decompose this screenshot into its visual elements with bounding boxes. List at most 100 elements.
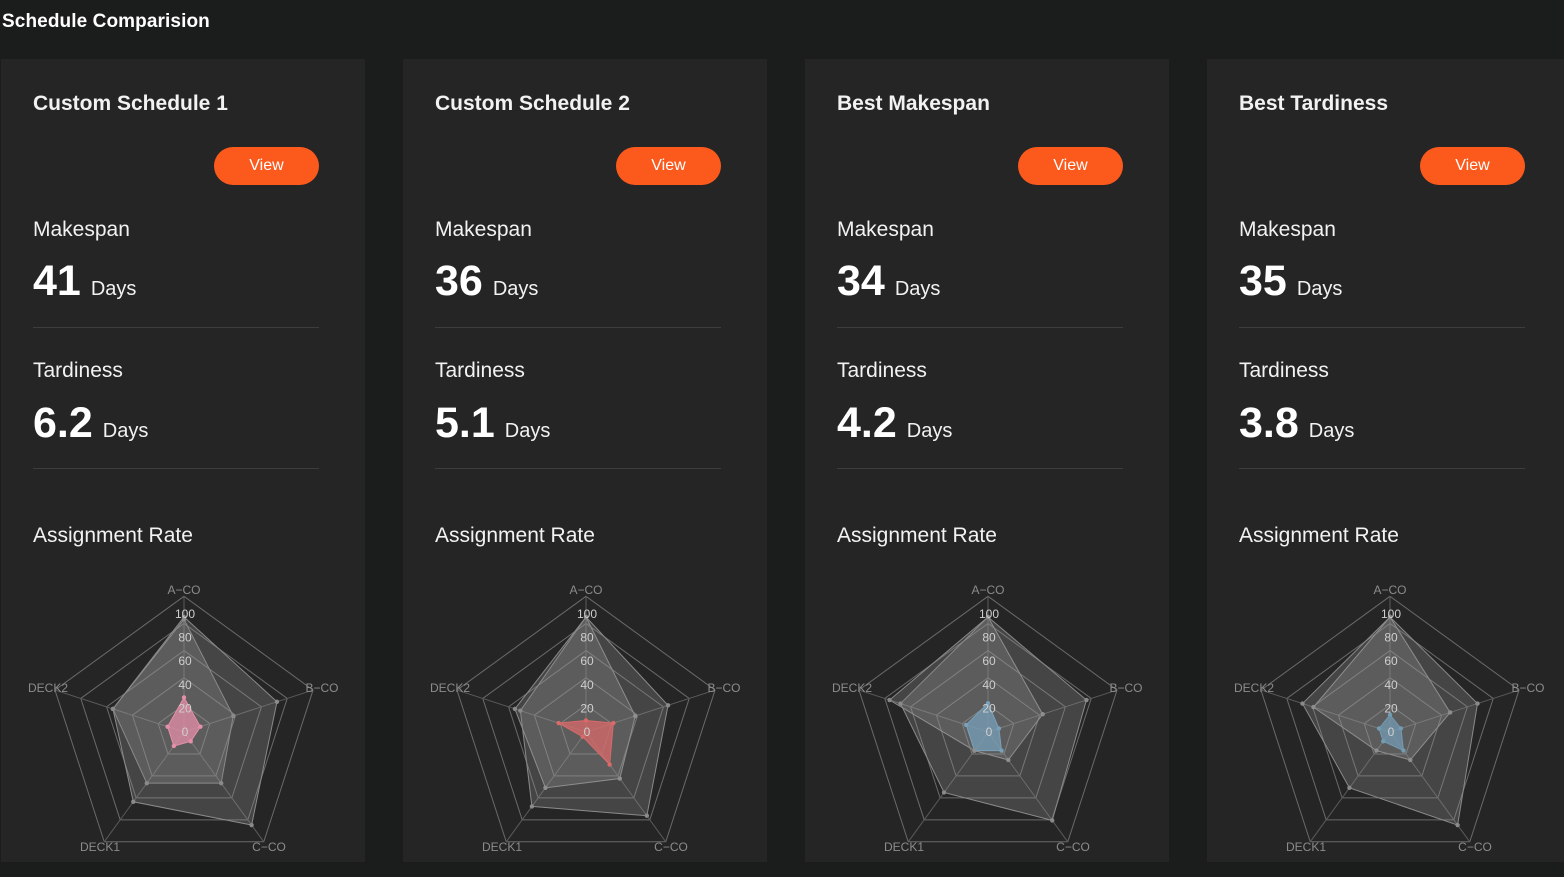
radar-tick-label: 100 <box>979 607 999 621</box>
assignment-rate-radar-chart: 0 20 40 60 80 100 A−CO B−CO C−CO DECK1 DECK2 <box>430 583 741 854</box>
tardiness-label: Tardiness <box>1239 359 1329 382</box>
radar-tick-label: 80 <box>580 631 594 645</box>
radar-tick-label: 80 <box>178 631 192 645</box>
radar-point <box>274 699 280 704</box>
radar-point <box>512 706 518 712</box>
radar-axis-label: B−CO <box>1109 681 1142 695</box>
tardiness-number: 5.1 <box>435 399 495 447</box>
radar-tick-label: 20 <box>1384 701 1398 715</box>
radar-point <box>941 790 947 795</box>
radar-tick-label: 100 <box>175 607 195 621</box>
view-button[interactable]: View <box>616 147 721 185</box>
divider <box>33 468 319 469</box>
radar-point <box>131 799 136 804</box>
radar-tick-label: 100 <box>1381 607 1401 621</box>
radar-point <box>518 708 523 713</box>
makespan-number: 41 <box>33 257 81 305</box>
radar-axis-label: C−CO <box>1056 840 1090 854</box>
tardiness-unit: Days <box>102 420 149 442</box>
radar-tick-label: 0 <box>986 725 993 739</box>
assignment-rate-label: Assignment Rate <box>33 524 193 547</box>
makespan-unit: Days <box>492 278 539 300</box>
radar-tick-label: 40 <box>580 678 594 692</box>
tardiness-number: 4.2 <box>837 399 897 447</box>
tardiness-unit: Days <box>906 420 953 442</box>
radar-point <box>556 720 561 726</box>
radar-tick-label: 60 <box>1384 654 1398 668</box>
assignment-rate-radar-chart: 0 20 40 60 80 100 A−CO B−CO C−CO DECK1 DECK2 <box>1234 583 1545 854</box>
radar-axis-label: B−CO <box>1511 681 1544 695</box>
radar-axis-label: DECK2 <box>832 681 872 695</box>
radar-point <box>249 822 254 828</box>
radar-tick-label: 0 <box>584 725 591 739</box>
radar-point <box>1050 818 1055 823</box>
radar-point <box>181 695 187 700</box>
radar-tick-label: 100 <box>577 607 597 621</box>
radar-tick-label: 0 <box>182 725 189 739</box>
makespan-label: Makespan <box>435 218 532 241</box>
radar-tick-label: 0 <box>1388 725 1395 739</box>
assignment-rate-radar-chart: 0 20 40 60 80 100 A−CO B−CO C−CO DECK1 DECK2 <box>28 583 339 854</box>
page-title: Schedule Comparision <box>2 11 210 32</box>
card-title: Custom Schedule 2 <box>435 92 630 115</box>
radar-point <box>1347 785 1352 791</box>
radar-point <box>218 780 224 786</box>
tardiness-label: Tardiness <box>837 359 927 382</box>
makespan-label: Makespan <box>837 218 934 241</box>
makespan-unit: Days <box>90 278 137 300</box>
assignment-rate-label: Assignment Rate <box>837 524 997 547</box>
makespan-number: 36 <box>435 257 483 305</box>
radar-axis-label: A−CO <box>569 583 602 597</box>
radar-point <box>1300 701 1305 706</box>
card-title: Best Makespan <box>837 92 990 115</box>
radar-point <box>583 718 589 723</box>
radar-axis-label: DECK2 <box>430 681 470 695</box>
tardiness-label: Tardiness <box>33 359 123 382</box>
tardiness-unit: Days <box>504 420 551 442</box>
radar-axis-label: DECK1 <box>884 840 924 854</box>
radar-axis-label: C−CO <box>654 840 688 854</box>
divider <box>837 468 1123 469</box>
radar-axis-label: B−CO <box>707 681 740 695</box>
schedule-card: Custom Schedule 1 View Makespan 41 Days … <box>1 59 365 862</box>
radar-axis-label: DECK1 <box>80 840 120 854</box>
tardiness-number: 3.8 <box>1239 399 1299 447</box>
radar-point <box>607 762 612 767</box>
radar-axis-label: C−CO <box>252 840 286 854</box>
makespan-label: Makespan <box>33 218 130 241</box>
radar-tick-label: 80 <box>982 631 996 645</box>
divider <box>33 327 319 328</box>
schedule-card: Best Makespan View Makespan 34 Days Tard… <box>805 59 1169 862</box>
radar-axis-label: A−CO <box>971 583 1004 597</box>
radar-point <box>144 780 150 786</box>
radar-tick-label: 40 <box>982 678 996 692</box>
view-button[interactable]: View <box>1018 147 1123 185</box>
radar-point <box>665 703 671 708</box>
radar-tick-label: 60 <box>982 654 996 668</box>
tardiness-value: 5.1 Days <box>435 399 550 448</box>
tardiness-number: 6.2 <box>33 399 93 447</box>
divider <box>1239 468 1525 469</box>
radar-tick-label: 80 <box>1384 631 1398 645</box>
radar-point <box>1475 701 1480 706</box>
makespan-value: 34 Days <box>837 257 940 306</box>
divider <box>435 468 721 469</box>
makespan-unit: Days <box>1296 278 1343 300</box>
radar-axis-label: DECK2 <box>1234 681 1274 695</box>
divider <box>1239 327 1525 328</box>
radar-point <box>898 701 903 706</box>
assignment-rate-label: Assignment Rate <box>1239 524 1399 547</box>
radar-point <box>1084 697 1089 703</box>
view-button[interactable]: View <box>1420 147 1525 185</box>
radar-axis-label: A−CO <box>167 583 200 597</box>
radar-tick-label: 40 <box>1384 678 1398 692</box>
radar-point <box>231 713 236 719</box>
radar-point <box>198 724 203 729</box>
view-button[interactable]: View <box>214 147 319 185</box>
radar-series-area <box>519 616 669 817</box>
radar-point <box>110 706 116 712</box>
radar-point <box>171 743 177 749</box>
card-title: Custom Schedule 1 <box>33 92 228 115</box>
radar-point <box>1455 822 1460 828</box>
radar-axis-label: DECK1 <box>482 840 522 854</box>
